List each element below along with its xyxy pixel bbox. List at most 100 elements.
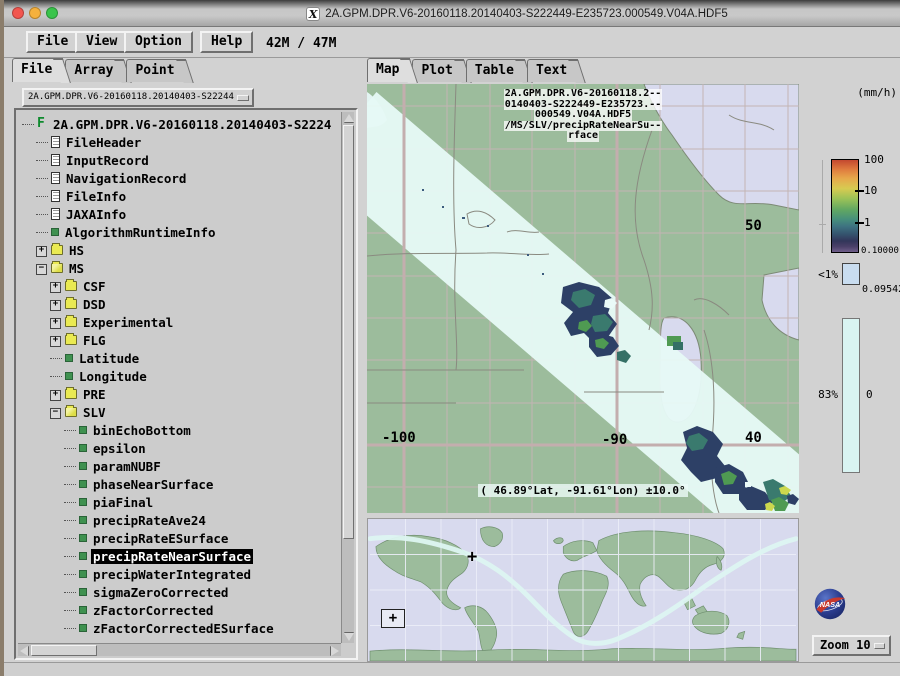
tree-item[interactable]: FileHeader — [18, 133, 341, 151]
tree-item[interactable]: FLG — [18, 331, 341, 349]
tree-node-icon — [51, 245, 63, 255]
left-tab[interactable]: Array — [65, 59, 124, 82]
lon-90-label: -90 — [602, 432, 627, 448]
tree-node-icon — [51, 208, 60, 220]
tree-node-icon — [79, 570, 87, 578]
tree-node-icon — [51, 263, 63, 273]
tree-item[interactable]: precipRateNearSurface — [18, 547, 341, 565]
tree-item[interactable]: zFactorCorrectedESurface — [18, 619, 341, 637]
tree-item[interactable]: MS — [18, 259, 341, 277]
tree-item[interactable]: piaFinal — [18, 493, 341, 511]
zoom-level-dropdown[interactable]: Zoom 10 — [812, 635, 891, 656]
tree-item[interactable]: Longitude — [18, 367, 341, 385]
tree-expander-icon[interactable] — [64, 480, 77, 489]
tree-expander-icon[interactable] — [36, 246, 49, 255]
menubar: File View Option Help 42M / 47M — [4, 27, 900, 58]
tree-expander-icon[interactable] — [36, 138, 49, 147]
tree-item[interactable]: paramNUBF — [18, 457, 341, 475]
tree-item[interactable]: precipRateESurface — [18, 529, 341, 547]
titlebar: X 2A.GPM.DPR.V6-20160118.20140403-S22244… — [4, 0, 900, 27]
tree-node-icon — [79, 498, 87, 506]
tree-item[interactable]: precipWaterIntegrated — [18, 565, 341, 583]
tree-item[interactable]: binEchoBottom — [18, 421, 341, 439]
tree-expander-icon[interactable] — [64, 588, 77, 597]
tree-item[interactable]: Experimental — [18, 313, 341, 331]
tree-node-icon — [51, 190, 60, 202]
tree-expander-icon[interactable] — [64, 624, 77, 633]
map-view[interactable]: 2A.GPM.DPR.V6-20160118.2-- 0140403-S2224… — [367, 84, 799, 513]
tree-horizontal-scrollbar[interactable] — [18, 643, 341, 656]
tree-expander-icon[interactable] — [64, 498, 77, 507]
tree-expander-icon[interactable] — [36, 192, 49, 201]
tree-expander-icon[interactable] — [36, 156, 49, 165]
menu-view-button[interactable]: View — [75, 31, 128, 53]
tree-expander-icon[interactable] — [64, 534, 77, 543]
menu-file-button[interactable]: File — [26, 31, 79, 53]
tree-node-icon — [65, 407, 77, 417]
tree-expander-icon[interactable] — [64, 426, 77, 435]
tree-item[interactable]: AlgorithmRuntimeInfo — [18, 223, 341, 241]
tree-expander-icon[interactable] — [50, 300, 63, 309]
tree-expander-icon[interactable] — [36, 174, 49, 183]
tree-node-icon — [37, 118, 47, 130]
window-title: 2A.GPM.DPR.V6-20160118.20140403-S222449-… — [325, 8, 728, 20]
tree-item[interactable]: 2A.GPM.DPR.V6-20160118.20140403-S2224 — [18, 115, 341, 133]
scroll-left-icon[interactable] — [20, 646, 28, 656]
tree-expander-icon[interactable] — [64, 444, 77, 453]
tree-item[interactable]: JAXAInfo — [18, 205, 341, 223]
svg-text:NASA: NASA — [820, 600, 840, 609]
tree-hscroll-thumb[interactable] — [31, 645, 97, 656]
world-map[interactable]: + + — [367, 518, 799, 662]
tree-item[interactable]: DSD — [18, 295, 341, 313]
tree-node-icon — [65, 389, 77, 399]
scroll-right-icon[interactable] — [331, 646, 339, 656]
right-tab[interactable]: Map — [367, 58, 410, 82]
tree-item[interactable]: precipRateAve24 — [18, 511, 341, 529]
tree-item[interactable]: SLV — [18, 403, 341, 421]
tree-expander-icon[interactable] — [64, 606, 77, 615]
tree-expander-icon[interactable] — [50, 408, 63, 417]
tree-expander-icon[interactable] — [36, 228, 49, 237]
tree-expander-icon[interactable] — [50, 282, 63, 291]
tree-item[interactable]: HS — [18, 241, 341, 259]
tree-node-icon — [79, 426, 87, 434]
tree-item[interactable]: epsilon — [18, 439, 341, 457]
tree-expander-icon[interactable] — [50, 318, 63, 327]
left-tab[interactable]: File — [12, 58, 63, 82]
tree-expander-icon[interactable] — [64, 516, 77, 525]
colorbar[interactable] — [831, 159, 859, 253]
right-tab[interactable]: Plot — [412, 59, 463, 82]
tree-item[interactable]: NavigationRecord — [18, 169, 341, 187]
left-tab[interactable]: Point — [126, 59, 185, 82]
tree-item[interactable]: Latitude — [18, 349, 341, 367]
tree-item[interactable]: phaseNearSurface — [18, 475, 341, 493]
file-select-dropdown[interactable]: 2A.GPM.DPR.V6-20160118.20140403-S22244 — [22, 88, 254, 107]
tree-item[interactable]: FileInfo — [18, 187, 341, 205]
tree-node-icon — [51, 154, 60, 166]
world-zoom-in-button[interactable]: + — [381, 609, 405, 628]
menu-option-button[interactable]: Option — [124, 31, 193, 53]
tree-vscroll-thumb[interactable] — [343, 125, 354, 539]
tree-vertical-scrollbar[interactable] — [341, 112, 354, 643]
tree-expander-icon[interactable] — [50, 336, 63, 345]
tree-expander-icon[interactable] — [50, 354, 63, 363]
tree-expander-icon[interactable] — [22, 120, 35, 129]
scroll-down-icon[interactable] — [344, 633, 354, 641]
tree-node-icon — [79, 516, 87, 524]
right-tab[interactable]: Table — [466, 59, 525, 82]
tree-expander-icon[interactable] — [36, 210, 49, 219]
tree-expander-icon[interactable] — [50, 372, 63, 381]
tree-expander-icon[interactable] — [36, 264, 49, 273]
tree-item[interactable]: InputRecord — [18, 151, 341, 169]
tree-item[interactable]: sigmaZeroCorrected — [18, 583, 341, 601]
tree-expander-icon[interactable] — [64, 570, 77, 579]
scroll-up-icon[interactable] — [344, 114, 354, 122]
tree-item[interactable]: PRE — [18, 385, 341, 403]
tree-expander-icon[interactable] — [50, 390, 63, 399]
tree-item[interactable]: CSF — [18, 277, 341, 295]
tree-expander-icon[interactable] — [64, 462, 77, 471]
menu-help-button[interactable]: Help — [200, 31, 253, 53]
right-tab[interactable]: Text — [527, 59, 578, 82]
tree-item[interactable]: zFactorCorrected — [18, 601, 341, 619]
tree-expander-icon[interactable] — [64, 552, 77, 561]
